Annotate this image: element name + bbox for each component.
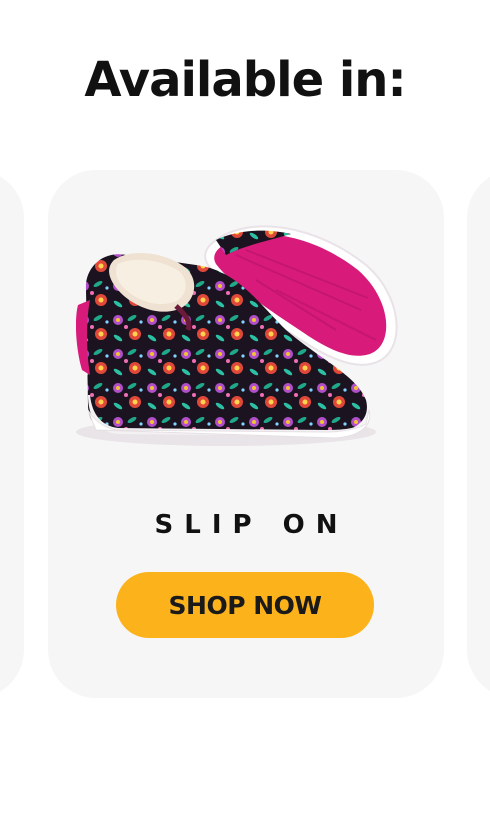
product-carousel[interactable]: SLIP ON SHOP NOW: [0, 170, 490, 698]
product-card-previous[interactable]: [0, 170, 24, 698]
shop-now-button[interactable]: SHOP NOW: [116, 572, 374, 638]
page-title: Available in:: [84, 52, 406, 108]
page: Available in: SLIP ON SHOP NOW: [0, 0, 490, 816]
shoe-image[interactable]: [76, 210, 416, 470]
product-title: SLIP ON: [154, 510, 349, 540]
product-card[interactable]: SLIP ON SHOP NOW: [48, 170, 444, 698]
product-card-next[interactable]: [467, 170, 490, 698]
